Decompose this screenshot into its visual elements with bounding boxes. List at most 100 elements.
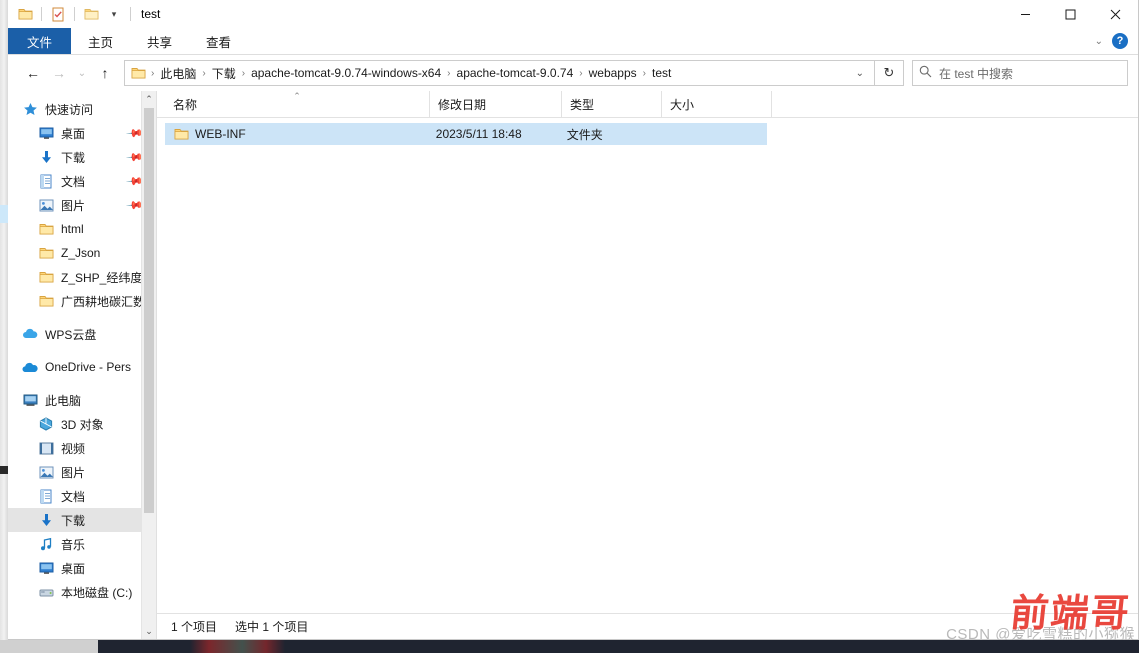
drive-icon xyxy=(38,584,54,600)
scrollbar-thumb[interactable] xyxy=(144,108,154,513)
tab-share[interactable]: 共享 xyxy=(130,28,189,54)
file-list[interactable]: WEB-INF 2023/5/11 18:48 文件夹 xyxy=(157,118,1138,613)
sidebar-item-html[interactable]: html xyxy=(8,217,156,241)
scroll-up-icon[interactable]: ⌃ xyxy=(142,91,156,107)
column-header-size[interactable]: 大小 xyxy=(662,91,772,117)
window-title: test xyxy=(141,7,161,21)
breadcrumb-item-tomcat-zip[interactable]: apache-tomcat-9.0.74-windows-x64 xyxy=(247,66,445,80)
folder-icon xyxy=(38,245,54,261)
minimize-button[interactable] xyxy=(1003,0,1048,28)
sidebar-item-desktop-qa[interactable]: 桌面 📌 xyxy=(8,121,156,145)
up-button[interactable]: ↑ xyxy=(92,60,118,86)
table-row[interactable]: WEB-INF 2023/5/11 18:48 文件夹 xyxy=(165,123,767,145)
taskbar[interactable] xyxy=(0,640,1139,653)
sidebar-item-label: Z_Json xyxy=(61,246,101,260)
sidebar-item-guangxi[interactable]: 广西耕地碳汇数 xyxy=(8,289,156,313)
scroll-down-icon[interactable]: ⌄ xyxy=(142,623,156,639)
window-controls xyxy=(1003,0,1138,28)
folder-icon xyxy=(38,221,54,237)
window-body: 快速访问 桌面 📌 下载 📌 文档 📌 图片 📌 html Z_Json Z_S… xyxy=(8,91,1138,639)
sidebar-item-music[interactable]: 音乐 xyxy=(8,532,156,556)
chevron-down-icon[interactable]: ⌄ xyxy=(850,68,870,79)
tab-file[interactable]: 文件 xyxy=(8,28,72,54)
sidebar-item-onedrive[interactable]: OneDrive - Pers xyxy=(8,355,156,379)
close-button[interactable] xyxy=(1093,0,1138,28)
videos-icon xyxy=(38,440,54,456)
folder-icon[interactable] xyxy=(16,5,34,23)
folder-icon xyxy=(131,66,146,80)
breadcrumb-item-test[interactable]: test xyxy=(648,66,675,80)
breadcrumb-item-webapps[interactable]: webapps xyxy=(585,66,641,80)
sidebar-item-label: 桌面 xyxy=(61,126,86,141)
download-icon xyxy=(38,512,54,528)
tab-view[interactable]: 查看 xyxy=(189,28,248,54)
ribbon-tab-bar: 文件 主页 共享 查看 ⌄ ? xyxy=(8,28,1138,55)
column-header-type[interactable]: 类型 xyxy=(562,91,662,117)
file-date-cell: 2023/5/11 18:48 xyxy=(435,127,522,141)
taskbar-glyph xyxy=(190,640,285,653)
properties-icon[interactable] xyxy=(49,5,67,23)
breadcrumb-item-this-pc[interactable]: 此电脑 xyxy=(156,65,200,82)
sidebar-item-desktop[interactable]: 桌面 xyxy=(8,556,156,580)
breadcrumb-separator: › xyxy=(447,67,451,79)
tab-home[interactable]: 主页 xyxy=(71,28,130,54)
sidebar-item-label: 下载 xyxy=(61,513,86,528)
refresh-button[interactable]: ↻ xyxy=(875,60,904,86)
recent-locations-button[interactable]: ⌄ xyxy=(72,60,92,86)
pictures-icon xyxy=(38,197,54,213)
column-header-date[interactable]: 修改日期 xyxy=(430,91,562,117)
file-name-text: WEB-INF xyxy=(195,127,246,141)
sidebar-item-this-pc[interactable]: 此电脑 xyxy=(8,388,156,412)
sidebar-item-label: 广西耕地碳汇数 xyxy=(61,294,146,309)
pictures-icon xyxy=(38,464,54,480)
toolbar-separator xyxy=(74,7,75,21)
desktop-icon xyxy=(38,125,54,141)
sidebar-scrollbar[interactable]: ⌃ ⌄ xyxy=(141,91,156,639)
search-input[interactable]: 在 test 中搜索 xyxy=(912,60,1128,86)
sidebar-item-documents-qa[interactable]: 文档 📌 xyxy=(8,169,156,193)
folder-icon xyxy=(173,126,189,142)
title-bar: ▾ test xyxy=(8,0,1138,28)
navigation-pane: 快速访问 桌面 📌 下载 📌 文档 📌 图片 📌 html Z_Json Z_S… xyxy=(8,91,156,639)
music-icon xyxy=(38,536,54,552)
address-bar-row: ← → ⌄ ↑ › 此电脑 › 下载 › apache-tomcat-9.0.7… xyxy=(8,55,1138,91)
help-icon[interactable]: ? xyxy=(1112,33,1128,49)
breadcrumb-separator: › xyxy=(579,67,583,79)
sidebar-item-label: 此电脑 xyxy=(45,393,82,408)
column-header-name[interactable]: ⌃ 名称 xyxy=(165,91,430,117)
breadcrumb-item-tomcat[interactable]: apache-tomcat-9.0.74 xyxy=(453,66,578,80)
sidebar-item-downloads-qa[interactable]: 下载 📌 xyxy=(8,145,156,169)
sidebar-item-videos[interactable]: 视频 xyxy=(8,436,156,460)
folder-icon xyxy=(38,269,54,285)
sidebar-item-local-disk-c[interactable]: 本地磁盘 (C:) xyxy=(8,580,156,604)
sidebar-item-pictures-qa[interactable]: 图片 📌 xyxy=(8,193,156,217)
new-folder-icon[interactable] xyxy=(82,5,100,23)
maximize-button[interactable] xyxy=(1048,0,1093,28)
breadcrumb[interactable]: › 此电脑 › 下载 › apache-tomcat-9.0.74-window… xyxy=(124,60,875,86)
sidebar-item-z-json[interactable]: Z_Json xyxy=(8,241,156,265)
sidebar-item-label: 图片 xyxy=(61,198,86,213)
search-placeholder: 在 test 中搜索 xyxy=(939,66,1014,81)
sidebar-item-downloads[interactable]: 下载 xyxy=(8,508,156,532)
chevron-down-icon[interactable]: ⌄ xyxy=(1095,36,1103,47)
toolbar-separator xyxy=(41,7,42,21)
column-header-row: ⌃ 名称 修改日期 类型 大小 xyxy=(157,91,1138,118)
sidebar-item-pictures[interactable]: 图片 xyxy=(8,460,156,484)
taskbar-left-item[interactable] xyxy=(0,640,98,653)
sidebar-item-wps-cloud[interactable]: WPS云盘 xyxy=(8,322,156,346)
file-name-cell: WEB-INF xyxy=(165,126,428,142)
forward-button[interactable]: → xyxy=(46,60,72,86)
qat-dropdown-icon[interactable]: ▾ xyxy=(105,5,123,23)
sidebar-item-documents[interactable]: 文档 xyxy=(8,484,156,508)
file-type-cell: 文件夹 xyxy=(566,127,603,142)
sidebar-item-z-shp[interactable]: Z_SHP_经纬度 xyxy=(8,265,156,289)
sidebar-item-quick-access[interactable]: 快速访问 xyxy=(8,97,156,121)
file-explorer-window: ▾ test 文件 主页 共享 查看 ⌄ ? ← → ⌄ ↑ › 此电脑 › 下… xyxy=(8,0,1139,640)
breadcrumb-separator: › xyxy=(151,67,155,79)
back-button[interactable]: ← xyxy=(20,60,46,86)
breadcrumb-item-downloads[interactable]: 下载 xyxy=(208,65,240,82)
folder-icon xyxy=(38,293,54,309)
sidebar-item-3d-objects[interactable]: 3D 对象 xyxy=(8,412,156,436)
